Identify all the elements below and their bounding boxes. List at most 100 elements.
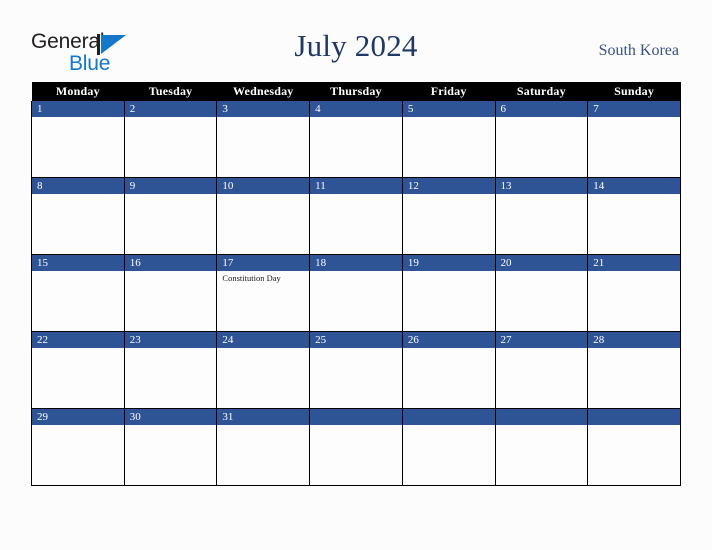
calendar-day-cell[interactable]: [401, 408, 496, 486]
day-cell-content: 21: [588, 255, 680, 331]
day-number: 26: [402, 332, 495, 348]
day-number: 17: [217, 255, 310, 271]
calendar-day-cell[interactable]: 28: [587, 331, 681, 409]
calendar-day-cell[interactable]: 19: [401, 254, 496, 332]
region-label: South Korea: [598, 42, 679, 59]
day-cell-content: 29: [32, 409, 124, 485]
calendar-week-row: 15 16 17 Constitution Day 18 19 20 21: [31, 254, 681, 332]
day-number: 27: [495, 332, 588, 348]
day-number: 29: [32, 409, 124, 425]
calendar-day-cell[interactable]: 15: [31, 254, 125, 332]
day-cell-content: 14: [588, 178, 680, 254]
day-cell-content: 3: [217, 101, 310, 177]
day-cell-content: 16: [124, 255, 217, 331]
calendar-day-cell[interactable]: 12: [401, 177, 496, 255]
day-cell-content: [402, 409, 495, 485]
calendar-page: General Blue July 2024 South Korea Monda…: [0, 0, 712, 550]
calendar-day-cell[interactable]: [494, 408, 589, 486]
day-cell-content: 27: [495, 332, 588, 408]
calendar-day-cell[interactable]: 7: [587, 101, 681, 178]
day-number: 21: [588, 255, 680, 271]
day-number: 14: [588, 178, 680, 194]
calendar-day-cell[interactable]: 23: [123, 331, 218, 409]
page-header: General Blue July 2024 South Korea: [0, 0, 712, 82]
calendar-day-cell[interactable]: 8: [31, 177, 125, 255]
day-cell-content: [495, 409, 588, 485]
weekday-header-row: Monday Tuesday Wednesday Thursday Friday…: [31, 82, 681, 101]
calendar-day-cell[interactable]: 22: [31, 331, 125, 409]
day-number: 28: [588, 332, 680, 348]
weekday-header-friday: Friday: [402, 82, 496, 101]
day-number: 5: [402, 101, 495, 117]
weekday-header-thursday: Thursday: [309, 82, 403, 101]
weekday-header-sunday: Sunday: [587, 82, 681, 101]
calendar-day-cell[interactable]: 11: [309, 177, 403, 255]
day-cell-content: 26: [402, 332, 495, 408]
day-cell-content: 12: [402, 178, 495, 254]
weekday-header-tuesday: Tuesday: [124, 82, 217, 101]
day-number: 6: [495, 101, 588, 117]
day-number: [310, 409, 402, 425]
calendar-day-cell[interactable]: 17 Constitution Day: [216, 254, 311, 332]
day-cell-content: 8: [32, 178, 124, 254]
day-cell-content: [588, 409, 680, 485]
weekday-header-saturday: Saturday: [495, 82, 588, 101]
day-number: 20: [495, 255, 588, 271]
calendar-day-cell[interactable]: 26: [401, 331, 496, 409]
calendar-day-cell[interactable]: 20: [494, 254, 589, 332]
day-number: 24: [217, 332, 310, 348]
day-number: 8: [32, 178, 124, 194]
calendar-day-cell[interactable]: 1: [31, 101, 125, 178]
day-number: 22: [32, 332, 124, 348]
day-cell-content: 1: [32, 101, 124, 177]
day-cell-content: 5: [402, 101, 495, 177]
day-cell-content: 30: [124, 409, 217, 485]
holiday-label: Constitution Day: [222, 273, 281, 283]
day-number: 1: [32, 101, 124, 117]
day-events: Constitution Day: [217, 271, 309, 284]
day-number: 23: [124, 332, 217, 348]
calendar-day-cell[interactable]: 18: [309, 254, 403, 332]
day-cell-content: 25: [310, 332, 402, 408]
calendar-day-cell[interactable]: 14: [587, 177, 681, 255]
calendar-day-cell[interactable]: 2: [123, 101, 218, 178]
calendar-day-cell[interactable]: [587, 408, 681, 486]
day-cell-content: 4: [310, 101, 402, 177]
day-cell-content: 2: [124, 101, 217, 177]
calendar-day-cell[interactable]: 24: [216, 331, 311, 409]
calendar-day-cell[interactable]: 21: [587, 254, 681, 332]
calendar-day-cell[interactable]: 31: [216, 408, 311, 486]
day-cell-content: [310, 409, 402, 485]
weekday-header-wednesday: Wednesday: [216, 82, 310, 101]
calendar-day-cell[interactable]: 5: [401, 101, 496, 178]
calendar-day-cell[interactable]: 30: [123, 408, 218, 486]
calendar-day-cell[interactable]: [309, 408, 403, 486]
day-number: 31: [217, 409, 310, 425]
calendar-day-cell[interactable]: 13: [494, 177, 589, 255]
calendar-day-cell[interactable]: 27: [494, 331, 589, 409]
calendar-week-row: 22 23 24 25 26 27 28: [31, 331, 681, 409]
calendar-day-cell[interactable]: 3: [216, 101, 311, 178]
calendar-day-cell[interactable]: 9: [123, 177, 218, 255]
calendar-week-row: 8 9 10 11 12 13 14: [31, 177, 681, 255]
day-cell-content: 15: [32, 255, 124, 331]
day-number: 16: [124, 255, 217, 271]
day-cell-content: 6: [495, 101, 588, 177]
calendar-day-cell[interactable]: 25: [309, 331, 403, 409]
calendar-week-row: 29 30 31: [31, 408, 681, 486]
day-cell-content: 11: [310, 178, 402, 254]
calendar-day-cell[interactable]: 4: [309, 101, 403, 178]
day-number: 11: [310, 178, 402, 194]
day-cell-content: 19: [402, 255, 495, 331]
day-cell-content: 23: [124, 332, 217, 408]
calendar-day-cell[interactable]: 29: [31, 408, 125, 486]
day-number: 7: [588, 101, 680, 117]
calendar-grid: Monday Tuesday Wednesday Thursday Friday…: [31, 82, 681, 486]
calendar-day-cell[interactable]: 10: [216, 177, 311, 255]
day-cell-content: 20: [495, 255, 588, 331]
calendar-day-cell[interactable]: 16: [123, 254, 218, 332]
day-number: 18: [310, 255, 402, 271]
day-cell-content: 24: [217, 332, 310, 408]
calendar-day-cell[interactable]: 6: [494, 101, 589, 178]
day-cell-content: 10: [217, 178, 310, 254]
